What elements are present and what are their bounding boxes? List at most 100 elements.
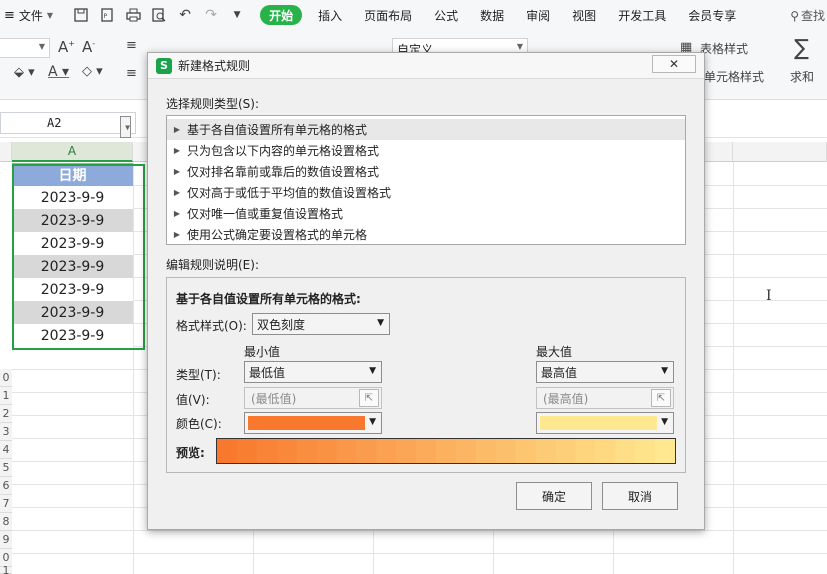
more-icon[interactable]: ▼ [227, 5, 247, 25]
max-color-swatch [540, 416, 657, 430]
date-cell[interactable]: 2023-9-9 [12, 186, 133, 209]
tab-home[interactable]: 开始 [260, 5, 303, 25]
row-header[interactable]: 1 [0, 387, 12, 405]
name-box[interactable]: A2 ▼ [0, 112, 136, 138]
gradient-step [336, 439, 357, 463]
rule-type-text: 仅对唯一值或重复值设置格式 [187, 207, 344, 221]
tab-formulas[interactable]: 公式 [423, 0, 469, 30]
cancel-button[interactable]: 取消 [602, 482, 678, 510]
row-header[interactable]: 1 [0, 564, 12, 574]
align-middle-icon[interactable]: ≡ [126, 66, 137, 81]
app-logo-icon: S [156, 57, 172, 74]
fill-color-icon[interactable]: ⬙ ▾ [14, 65, 35, 80]
rule-type-item[interactable]: ▶ 基于各自值设置所有单元格的格式 [167, 119, 685, 140]
file-menu-label: 文件 [18, 8, 43, 23]
menu-icon: ≡ [4, 7, 15, 23]
row-header[interactable]: 0 [0, 369, 12, 387]
tab-page-layout[interactable]: 页面布局 [353, 0, 423, 30]
min-color-dropdown[interactable]: ▼ [244, 412, 382, 434]
sum-label[interactable]: 求和 [790, 68, 814, 85]
decrease-font-icon[interactable]: A- [82, 38, 95, 56]
dialog-titlebar[interactable]: S 新建格式规则 ✕ [148, 53, 704, 79]
align-left-icon[interactable]: ≡ [126, 38, 137, 53]
save-icon[interactable] [71, 5, 91, 25]
select-all-corner[interactable] [0, 142, 12, 162]
rule-type-text: 只为包含以下内容的单元格设置格式 [187, 144, 380, 158]
format-style-label: 格式样式(O): [176, 319, 247, 333]
gradient-step [555, 439, 577, 463]
rule-type-item[interactable]: ▶ 使用公式确定要设置格式的单元格 [167, 224, 685, 245]
cancel-button-label: 取消 [627, 489, 652, 504]
gradient-step [376, 439, 397, 463]
ok-button[interactable]: 确定 [516, 482, 592, 510]
max-color-dropdown[interactable]: ▼ [536, 412, 674, 434]
search-label: 查找 [800, 9, 825, 23]
type-label: 类型(T): [176, 368, 221, 382]
row-header[interactable]: 9 [0, 531, 12, 549]
row-header[interactable]: 8 [0, 513, 12, 531]
value-label: 值(V): [176, 393, 210, 407]
sum-icon[interactable]: ∑ [794, 36, 809, 61]
tab-insert[interactable]: 插入 [307, 0, 353, 30]
header-cell[interactable]: 日期 [12, 163, 133, 186]
tab-view[interactable]: 视图 [561, 0, 607, 30]
chevron-down-icon: ▼ [369, 417, 376, 427]
grid-line [133, 162, 134, 574]
date-cell[interactable]: 2023-9-9 [12, 209, 133, 232]
date-cell[interactable]: 2023-9-9 [12, 324, 133, 347]
table-style-label[interactable]: 表格样式 [700, 40, 748, 57]
tab-member[interactable]: 会员专享 [677, 0, 747, 30]
row-header[interactable]: 3 [0, 423, 12, 441]
grid-line [733, 162, 734, 574]
rule-type-item[interactable]: ▶ 仅对唯一值或重复值设置格式 [167, 203, 685, 224]
clear-format-icon[interactable]: ◇ ▾ [82, 64, 103, 79]
row-header[interactable]: 6 [0, 477, 12, 495]
row-number: 7 [2, 497, 10, 510]
max-type-dropdown[interactable]: 最高值 ▼ [536, 361, 674, 383]
column-header[interactable] [733, 142, 827, 162]
max-value-field: (最高值) ⇱ [536, 387, 674, 409]
gradient-step [416, 439, 437, 463]
redo-icon[interactable]: ↷ [201, 5, 221, 25]
row-header[interactable]: 4 [0, 441, 12, 459]
font-size-combo[interactable]: ▼ [0, 38, 50, 58]
file-menu[interactable]: ≡ 文件 ▼ [0, 7, 59, 24]
font-color-icon[interactable]: A ▾ [48, 64, 69, 80]
search-box[interactable]: ⚲ 查找 [790, 7, 825, 24]
increase-font-icon[interactable]: A+ [58, 38, 75, 56]
export-pdf-icon[interactable]: P [97, 5, 117, 25]
triangle-right-icon: ▶ [173, 125, 181, 134]
print-preview-icon[interactable] [149, 5, 169, 25]
menubar: ≡ 文件 ▼ P ↶ ↷ ▼ 开始 插入 页面布局 公式 数据 审阅 视图 开发… [0, 0, 827, 30]
tab-developer[interactable]: 开发工具 [607, 0, 677, 30]
column-header-a[interactable]: A [12, 142, 133, 162]
triangle-right-icon: ▶ [173, 209, 181, 218]
format-style-dropdown[interactable]: 双色刻度 ▼ [252, 313, 390, 335]
grid-line [12, 553, 827, 554]
date-cell[interactable]: 2023-9-9 [12, 255, 133, 278]
close-button[interactable]: ✕ [652, 55, 696, 73]
tab-data[interactable]: 数据 [469, 0, 515, 30]
cell-style-label[interactable]: 单元格样式 [704, 68, 764, 85]
svg-text:P: P [104, 13, 108, 20]
print-icon[interactable] [123, 5, 143, 25]
row-header[interactable]: 2 [0, 405, 12, 423]
date-cell[interactable]: 2023-9-9 [12, 278, 133, 301]
row-header[interactable]: 5 [0, 459, 12, 477]
tab-review[interactable]: 审阅 [515, 0, 561, 30]
edit-rule-label: 编辑规则说明(E): [166, 258, 259, 272]
close-icon: ✕ [668, 57, 680, 71]
rule-type-list[interactable]: ▶ 基于各自值设置所有单元格的格式 ▶ 只为包含以下内容的单元格设置格式 ▶ 仅对排名… [166, 115, 686, 245]
min-type-dropdown[interactable]: 最低值 ▼ [244, 361, 382, 383]
rule-type-item[interactable]: ▶ 仅对排名靠前或靠后的数值设置格式 [167, 161, 685, 182]
date-cell[interactable]: 2023-9-9 [12, 232, 133, 255]
ribbon-tabs: 开始 插入 页面布局 公式 数据 审阅 视图 开发工具 会员专享 [255, 0, 747, 30]
rule-type-item[interactable]: ▶ 仅对高于或低于平均值的数值设置格式 [167, 182, 685, 203]
row-header[interactable]: 7 [0, 495, 12, 513]
rule-type-item[interactable]: ▶ 只为包含以下内容的单元格设置格式 [167, 140, 685, 161]
undo-icon[interactable]: ↶ [175, 5, 195, 25]
date-cell[interactable]: 2023-9-9 [12, 301, 133, 324]
color-label: 颜色(C): [176, 417, 222, 431]
triangle-right-icon: ▶ [173, 188, 181, 197]
range-picker-icon: ⇱ [359, 389, 379, 407]
